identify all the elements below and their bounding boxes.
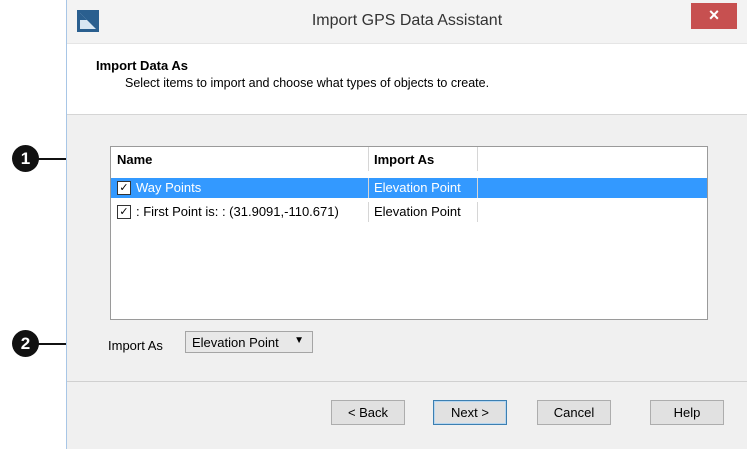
chevron-down-icon: ▼	[294, 335, 304, 346]
window-title: Import GPS Data Assistant	[311, 12, 503, 29]
row-checkbox[interactable]: ✓	[117, 205, 131, 219]
row-name: Way Points	[136, 180, 202, 195]
wizard-header: Import Data As Select items to import an…	[67, 44, 747, 115]
back-button[interactable]: < Back	[331, 400, 405, 425]
footer-divider	[67, 381, 747, 382]
column-divider[interactable]	[477, 147, 478, 171]
title-bar: Import GPS Data Assistant ×	[67, 0, 747, 44]
dialog-window: Import GPS Data Assistant × Import Data …	[66, 0, 747, 449]
row-import-as[interactable]: Elevation Point	[374, 180, 461, 195]
row-name: : First Point is: : (31.9091,-110.671)	[136, 204, 339, 219]
close-button[interactable]: ×	[691, 3, 737, 29]
column-header-name[interactable]: Name	[117, 152, 152, 167]
cell-divider	[477, 202, 478, 222]
next-button[interactable]: Next >	[433, 400, 507, 425]
page-title: Import Data As	[96, 58, 188, 73]
column-divider[interactable]	[368, 147, 369, 171]
callout-1-number: 1	[12, 145, 39, 172]
import-as-dropdown[interactable]: Elevation Point ▼	[185, 331, 313, 353]
cell-divider	[368, 178, 369, 198]
list-header: Name Import As	[111, 147, 707, 171]
help-button[interactable]: Help	[650, 400, 724, 425]
column-header-import-as[interactable]: Import As	[374, 152, 434, 167]
cell-divider	[368, 202, 369, 222]
cell-divider	[477, 178, 478, 198]
row-checkbox[interactable]: ✓	[117, 181, 131, 195]
row-import-as[interactable]: Elevation Point	[374, 204, 461, 219]
page-subtitle: Select items to import and choose what t…	[125, 76, 490, 90]
import-list[interactable]: Name Import As ✓ Way Points Elevation Po…	[110, 146, 708, 320]
list-row-way-points[interactable]: ✓ Way Points Elevation Point	[111, 178, 707, 198]
import-as-label: Import As	[108, 338, 163, 353]
list-row-first-point[interactable]: ✓ : First Point is: : (31.9091,-110.671)…	[111, 202, 707, 222]
cancel-button[interactable]: Cancel	[537, 400, 611, 425]
callout-2-number: 2	[12, 330, 39, 357]
import-as-value: Elevation Point	[192, 335, 279, 350]
